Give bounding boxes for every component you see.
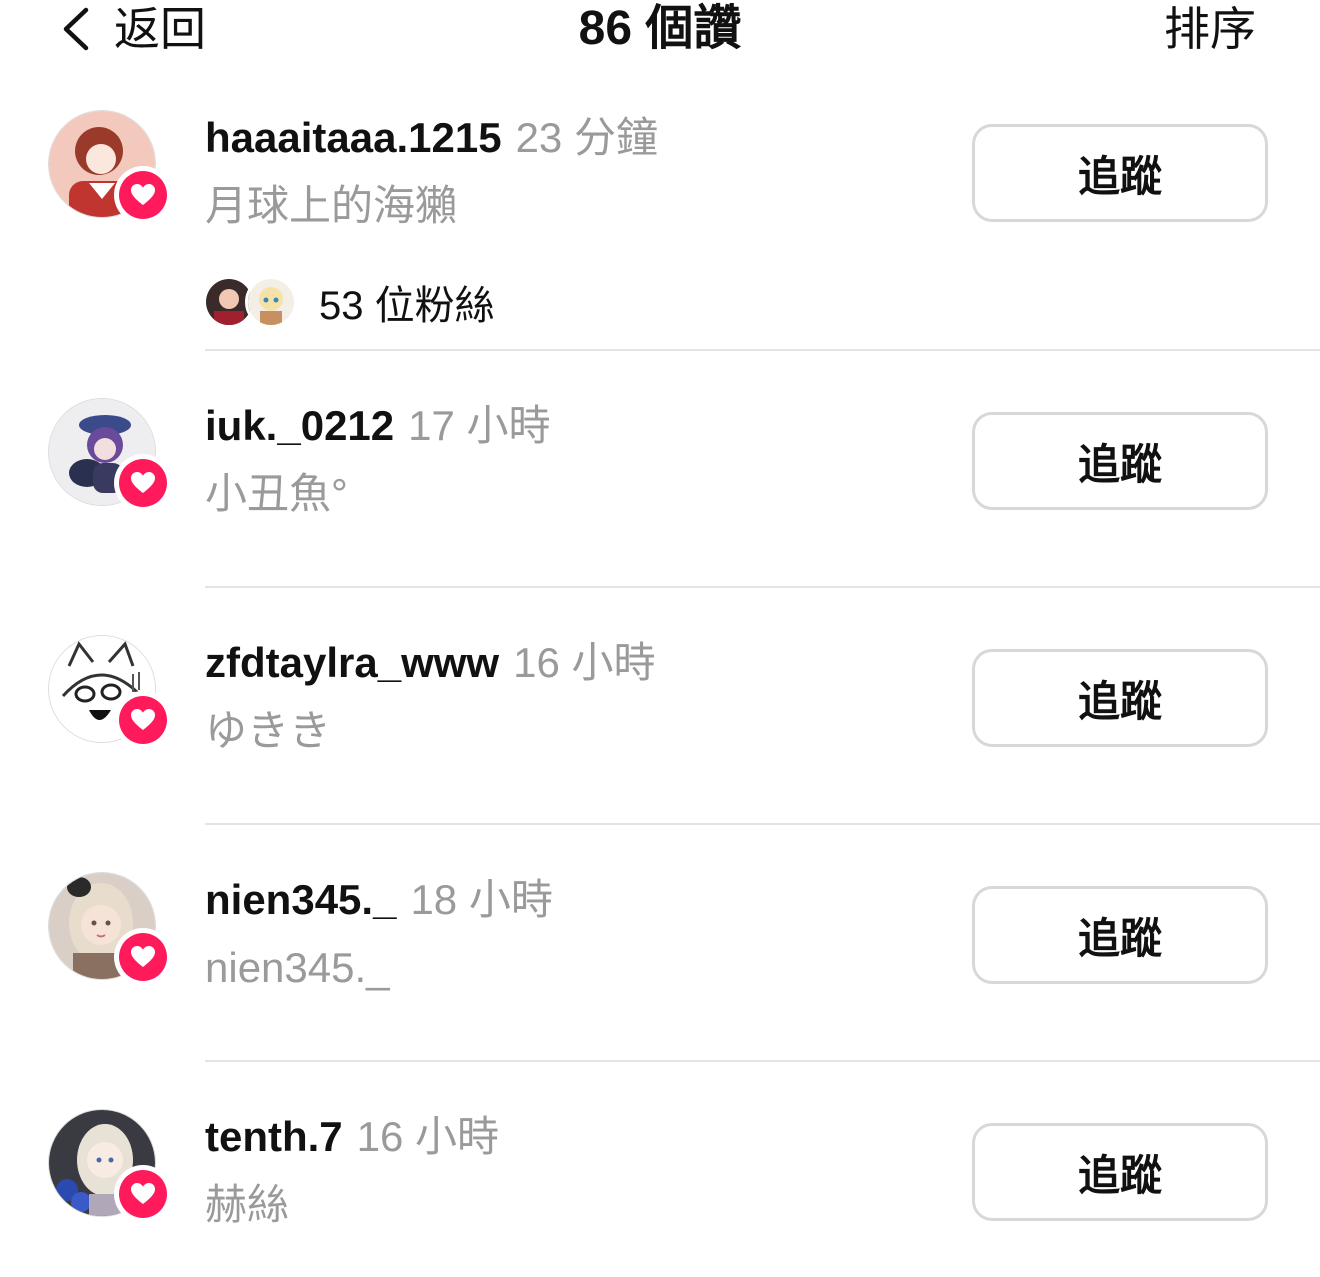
full-name: 小丑魚° (205, 470, 348, 517)
divider (205, 1060, 1320, 1062)
full-name: 月球上的海獺 (205, 182, 458, 229)
chevron-left-icon (63, 7, 89, 51)
mutual-followers-label: 53 位粉絲 (319, 284, 495, 328)
divider (205, 586, 1320, 588)
avatar-container[interactable] (48, 110, 172, 224)
follow-button[interactable]: 追蹤 (972, 412, 1268, 510)
heart-icon (131, 472, 155, 493)
full-name: nien345._ (205, 944, 390, 991)
full-name: ゆきき (205, 707, 332, 754)
timestamp: 23 分鐘 (515, 114, 658, 161)
username[interactable]: tenth.7 (205, 1113, 343, 1160)
liked-badge (114, 1165, 172, 1223)
timestamp: 17 小時 (408, 402, 551, 449)
follow-button[interactable]: 追蹤 (972, 1123, 1268, 1221)
heart-icon (131, 184, 155, 205)
username[interactable]: nien345._ (205, 876, 396, 923)
liked-badge (114, 691, 172, 749)
follow-button[interactable]: 追蹤 (972, 124, 1268, 222)
liked-badge (114, 928, 172, 986)
heart-icon (131, 1183, 155, 1204)
list-item[interactable]: tenth.7 16 小時 赫絲 追蹤 (0, 1109, 1320, 1239)
username[interactable]: iuk._0212 (205, 402, 394, 449)
list-item[interactable]: zfdtaylra_www 16 小時 ゆきき 追蹤 (0, 635, 1320, 765)
back-label: 返回 (114, 3, 206, 55)
top-bar: 返回 86 個讚 排序 (0, 0, 1320, 60)
username[interactable]: haaaitaaa.1215 (205, 114, 502, 161)
list-item[interactable]: haaaitaaa.1215 23 分鐘 月球上的海獺 追蹤 53 位粉絲 (0, 110, 1320, 352)
divider (205, 349, 1320, 351)
divider (205, 823, 1320, 825)
sort-button[interactable]: 排序 (1164, 0, 1256, 58)
avatar-container[interactable] (48, 872, 172, 986)
back-button[interactable]: 返回 (58, 2, 206, 56)
list-item[interactable]: iuk._0212 17 小時 小丑魚° 追蹤 (0, 398, 1320, 528)
heart-icon (131, 946, 155, 967)
full-name: 赫絲 (205, 1181, 290, 1228)
username[interactable]: zfdtaylra_www (205, 639, 499, 686)
follow-button[interactable]: 追蹤 (972, 886, 1268, 984)
liked-badge (114, 454, 172, 512)
timestamp: 16 小時 (356, 1113, 500, 1160)
avatar-illustration-icon (248, 279, 294, 325)
mutual-followers[interactable]: 53 位粉絲 (203, 276, 495, 328)
liked-badge (114, 166, 172, 224)
timestamp: 18 小時 (410, 876, 553, 923)
avatar-container[interactable] (48, 635, 172, 749)
avatar-container[interactable] (48, 398, 172, 512)
heart-icon (131, 709, 155, 730)
avatar-container[interactable] (48, 1109, 172, 1223)
follow-button[interactable]: 追蹤 (972, 649, 1268, 747)
follower-avatar (245, 276, 297, 328)
list-item[interactable]: nien345._ 18 小時 nien345._ 追蹤 (0, 872, 1320, 1002)
timestamp: 16 小時 (513, 639, 656, 686)
